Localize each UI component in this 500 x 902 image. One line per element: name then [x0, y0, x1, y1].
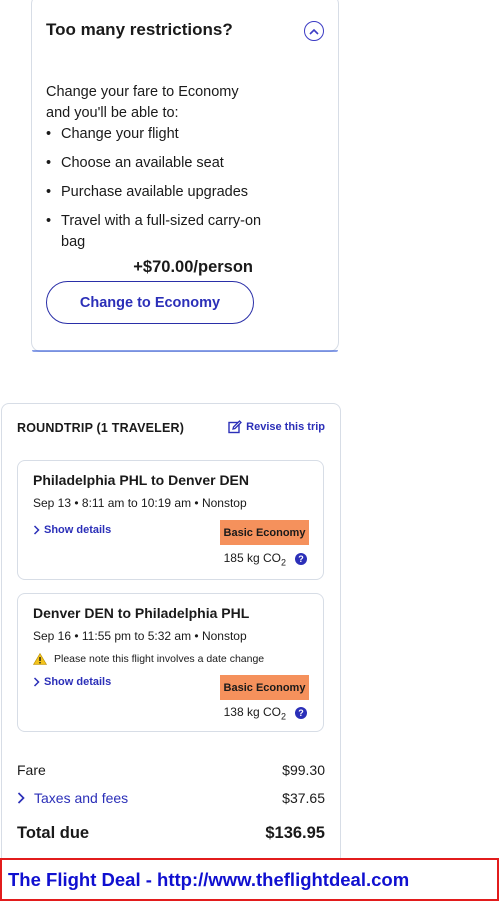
fare-class-badge: Basic Economy: [220, 520, 309, 545]
date-change-text: Please note this flight involves a date …: [54, 653, 265, 665]
warning-icon: [33, 653, 47, 665]
show-details-link[interactable]: Show details: [33, 524, 111, 536]
watermark-banner: The Flight Deal - http://www.theflightde…: [0, 858, 499, 901]
edit-icon: [228, 420, 243, 434]
revise-trip-link[interactable]: Revise this trip: [228, 420, 325, 434]
taxes-value: $37.65: [282, 790, 325, 806]
benefit-item: Purchase available upgrades: [46, 182, 286, 203]
total-row: Total due $136.95: [17, 824, 325, 843]
chevron-up-icon[interactable]: [304, 21, 324, 41]
restrictions-intro: Change your fare to Economy and you'll b…: [46, 84, 239, 121]
benefit-item: Travel with a full-sized carry-on bag: [46, 211, 286, 253]
co2-value: 138 kg CO: [223, 705, 281, 719]
fare-label: Fare: [17, 762, 46, 778]
co2-emissions: 138 kg CO2 ?: [224, 705, 307, 721]
card-divider: [32, 350, 338, 352]
show-details-label: Show details: [44, 676, 112, 688]
total-value: $136.95: [265, 824, 325, 842]
benefit-item: Change your flight: [46, 124, 286, 145]
co2-emissions: 185 kg CO2 ?: [224, 551, 307, 567]
fare-class-badge: Basic Economy: [220, 675, 309, 700]
taxes-toggle[interactable]: Taxes and fees: [17, 790, 128, 806]
fare-row: Fare $99.30: [17, 762, 325, 778]
trip-summary-card: ROUNDTRIP (1 TRAVELER) Revise this trip …: [1, 403, 341, 873]
restrictions-title: Too many restrictions?: [46, 20, 233, 39]
flight-route: Denver DEN to Philadelphia PHL: [33, 605, 250, 621]
help-icon[interactable]: ?: [295, 707, 307, 720]
show-details-link[interactable]: Show details: [33, 676, 111, 688]
taxes-row: Taxes and fees $37.65: [17, 790, 325, 806]
show-details-label: Show details: [44, 524, 112, 536]
benefits-list: Change your flight Choose an available s…: [46, 124, 286, 261]
benefit-item: Choose an available seat: [46, 153, 286, 174]
flight-card-outbound: Philadelphia PHL to Denver DEN Sep 13 • …: [17, 460, 324, 580]
flight-schedule: Sep 13 • 8:11 am to 10:19 am • Nonstop: [33, 496, 247, 510]
flight-route: Philadelphia PHL to Denver DEN: [33, 472, 250, 488]
help-icon[interactable]: ?: [295, 553, 307, 566]
date-change-notice: Please note this flight involves a date …: [33, 653, 264, 665]
trip-heading: ROUNDTRIP (1 TRAVELER): [17, 421, 185, 435]
upgrade-card: Too many restrictions? Change your fare …: [31, 0, 339, 352]
chevron-right-icon: [17, 792, 25, 804]
total-label: Total due: [17, 824, 90, 842]
chevron-right-icon: [33, 677, 40, 687]
co2-subscript: 2: [280, 711, 286, 722]
co2-subscript: 2: [280, 557, 286, 568]
revise-trip-label: Revise this trip: [246, 421, 325, 433]
upgrade-price: +$70.00/person: [133, 258, 253, 276]
taxes-label: Taxes and fees: [34, 790, 129, 806]
co2-value: 185 kg CO: [223, 551, 281, 565]
chevron-right-icon: [33, 525, 40, 535]
change-to-economy-button[interactable]: Change to Economy: [46, 281, 254, 324]
flight-card-return: Denver DEN to Philadelphia PHL Sep 16 • …: [17, 593, 324, 732]
fare-value: $99.30: [282, 762, 325, 778]
flight-schedule: Sep 16 • 11:55 pm to 5:32 am • Nonstop: [33, 629, 247, 643]
